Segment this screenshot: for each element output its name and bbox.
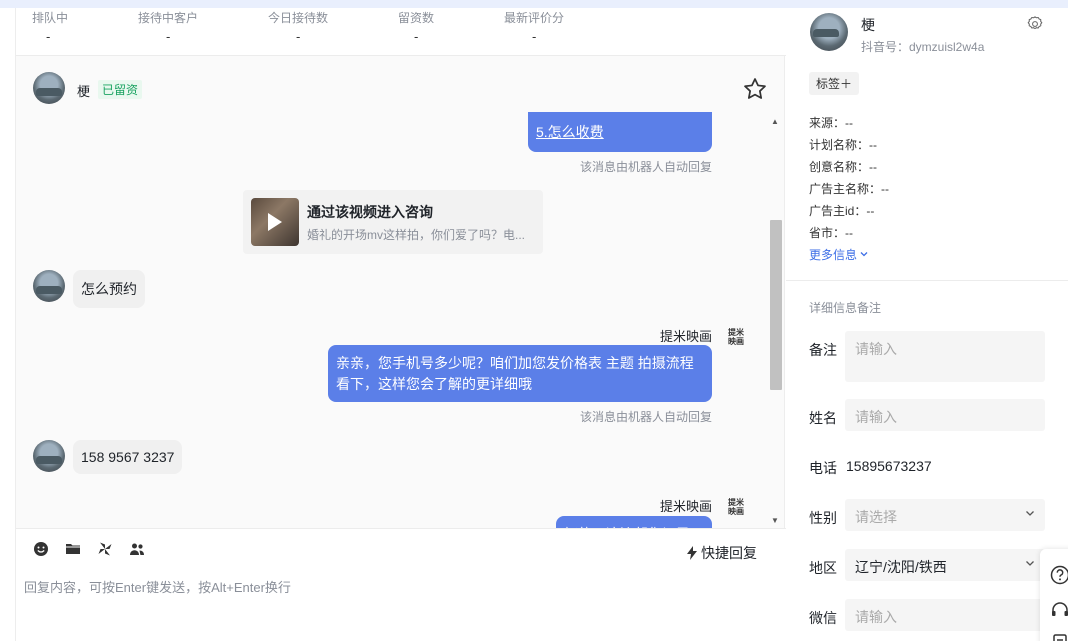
info-province-city: 省市：--: [809, 226, 853, 240]
video-title: 通过该视频进入咨询: [307, 204, 433, 220]
add-tag-button[interactable]: 标签＋: [809, 72, 860, 95]
document-icon[interactable]: [1050, 633, 1068, 641]
star-icon[interactable]: [742, 76, 768, 102]
stat-serving: 接待中客户 -: [138, 9, 198, 44]
floating-dock: [1040, 549, 1068, 641]
scroll-down-arrow-icon[interactable]: ▼: [771, 516, 779, 525]
divider: [786, 280, 1068, 281]
stat-label: 排队中: [32, 11, 69, 25]
remark-field[interactable]: 请输入: [845, 331, 1045, 382]
customer-avatar: [33, 440, 65, 472]
more-info-label: 更多信息: [809, 248, 858, 262]
message-link[interactable]: 5.怎么收费: [536, 124, 604, 140]
stat-value: -: [296, 29, 301, 44]
phone-value: 15895673237: [846, 458, 932, 474]
scroll-thumb[interactable]: [770, 220, 782, 390]
headset-icon[interactable]: [1050, 600, 1068, 620]
chevron-down-icon: [1026, 561, 1034, 566]
stat-value: -: [414, 29, 419, 44]
stat-label: 留资数: [398, 11, 435, 25]
pinwheel-icon[interactable]: [97, 541, 113, 557]
message-bubble-customer: 158 9567 3237: [73, 440, 183, 474]
message-list[interactable]: 5.怎么收费 该消息由机器人自动回复 通过该视频进入咨询 婚礼的开场mv这样拍，…: [16, 112, 776, 528]
message-bubble-customer: 怎么预约: [73, 270, 145, 308]
more-info-link[interactable]: 更多信息: [809, 246, 868, 263]
region-label: 地区: [809, 560, 837, 576]
message-bubble-agent: 亲亲，您手机号多少呢？咱们加您发价格表 主题 拍摄流程看下，这样您会了解的更详细…: [328, 345, 712, 402]
phone-label: 电话: [809, 460, 837, 476]
sender-name: 提米映画: [659, 329, 712, 344]
gender-label: 性别: [809, 510, 837, 526]
video-thumbnail: [251, 198, 299, 246]
chat-panel: 排队中 - 接待中客户 - 今日接待数 - 留资数 - 最新评价分 - 梗 已留…: [15, 8, 786, 641]
chevron-down-icon: [860, 252, 868, 257]
quick-reply-label: 快捷回复: [701, 545, 757, 561]
play-icon: [268, 213, 282, 231]
info-advertiser-id: 广告主id：--: [809, 204, 875, 218]
profile-name: 梗: [861, 17, 875, 33]
message-bubble-agent: 好的，这边帮您记录下: [556, 516, 712, 528]
stat-leads: 留资数 -: [398, 9, 434, 44]
brand-logo: 提米映画: [728, 497, 744, 516]
profile-avatar[interactable]: [810, 13, 848, 51]
chevron-down-icon: [1026, 511, 1034, 516]
lightning-icon: [687, 546, 697, 560]
customer-avatar[interactable]: [33, 72, 65, 104]
composer: 快捷回复: [16, 528, 786, 641]
info-creative-name: 创意名称：--: [809, 160, 877, 174]
stat-label: 接待中客户: [138, 11, 199, 25]
name-label: 姓名: [809, 410, 837, 426]
auto-reply-note: 该消息由机器人自动回复: [579, 160, 712, 174]
stat-today: 今日接待数 -: [268, 9, 328, 44]
stat-value: -: [166, 29, 171, 44]
sender-name: 提米映画: [659, 499, 712, 514]
section-title: 详细信息备注: [809, 301, 882, 315]
scroll-up-arrow-icon[interactable]: ▲: [771, 117, 779, 126]
region-select[interactable]: 辽宁/沈阳/铁西: [845, 549, 1045, 581]
gender-select[interactable]: 请选择: [845, 499, 1045, 531]
auto-reply-note: 该消息由机器人自动回复: [579, 410, 712, 424]
wechat-label: 微信: [809, 610, 837, 626]
stat-value: -: [46, 29, 51, 44]
info-plan-name: 计划名称：--: [809, 138, 877, 152]
folder-icon[interactable]: [65, 541, 81, 557]
help-icon[interactable]: [1050, 565, 1068, 585]
stat-value: -: [532, 29, 537, 44]
customer-name: 梗: [77, 84, 91, 99]
video-description: 婚礼的开场mv这样拍，你们爱了吗？电...: [307, 228, 525, 242]
left-strip: [0, 8, 15, 641]
lead-status-badge: 已留资: [98, 80, 143, 99]
stat-label: 今日接待数: [268, 11, 329, 25]
douyin-id: 抖音号：dymzuisl2w4a: [861, 40, 985, 54]
emoji-icon[interactable]: [33, 541, 49, 557]
gear-icon[interactable]: [1026, 15, 1044, 33]
stats-bar: 排队中 - 接待中客户 - 今日接待数 - 留资数 - 最新评价分 -: [16, 8, 786, 56]
quick-reply-button[interactable]: 快捷回复: [686, 543, 757, 563]
reply-input[interactable]: [24, 575, 764, 599]
video-card[interactable]: 通过该视频进入咨询 婚礼的开场mv这样拍，你们爱了吗？电...: [243, 190, 543, 254]
message-bubble-agent: 5.怎么收费: [528, 112, 712, 152]
stat-queue: 排队中 -: [32, 9, 68, 44]
name-field[interactable]: 请输入: [845, 399, 1045, 431]
customer-profile-panel: 梗 抖音号：dymzuisl2w4a 标签＋ 来源：-- 计划名称：-- 创意名…: [786, 8, 1068, 641]
scrollbar[interactable]: ▲ ▼: [768, 112, 782, 528]
stat-label: 最新评价分: [504, 11, 565, 25]
info-source: 来源：--: [809, 116, 853, 130]
brand-logo: 提米映画: [728, 327, 744, 346]
stat-score: 最新评价分 -: [504, 9, 564, 44]
top-bar: [0, 0, 1068, 8]
customer-avatar: [33, 270, 65, 302]
info-advertiser-name: 广告主名称：--: [809, 182, 889, 196]
chat-header: 梗 已留资: [16, 66, 786, 112]
region-value: 辽宁/沈阳/铁西: [855, 559, 947, 575]
users-icon[interactable]: [129, 541, 145, 557]
gender-placeholder: 请选择: [855, 509, 897, 525]
wechat-field[interactable]: 请输入: [845, 599, 1045, 631]
remark-label: 备注: [809, 342, 837, 358]
